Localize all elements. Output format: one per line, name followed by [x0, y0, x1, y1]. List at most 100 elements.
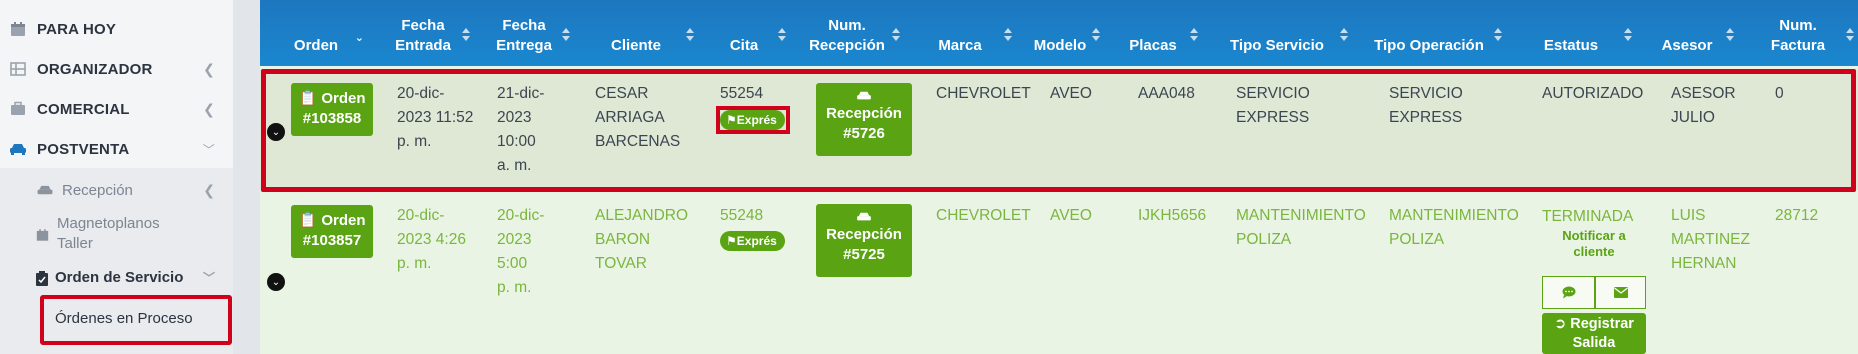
- submenu-label: Recepción: [62, 182, 133, 199]
- header-line: Tipo Operación: [1374, 37, 1484, 54]
- sort-icon[interactable]: [1726, 28, 1734, 42]
- sort-icon[interactable]: [1092, 28, 1100, 42]
- header-line: Factura: [1770, 37, 1826, 54]
- submenu-item-magnetoplanos[interactable]: Magnetoplanos Taller: [0, 214, 233, 258]
- registrar-salida-button[interactable]: ➲ Registrar Salida: [1542, 313, 1646, 354]
- sidebar-item-label: POSTVENTA: [37, 140, 130, 158]
- car-icon: [36, 184, 54, 201]
- sidebar-item-organizador[interactable]: ORGANIZADOR ❮: [0, 50, 233, 88]
- column-header-tipo-servicio[interactable]: Tipo Servicio: [1202, 0, 1352, 66]
- sidebar-item-comercial[interactable]: COMERCIAL ❮: [0, 90, 233, 128]
- sort-icon[interactable]: [778, 28, 786, 42]
- cell-line: 2023: [497, 231, 532, 248]
- column-header-estatus[interactable]: Estatus: [1506, 0, 1636, 66]
- column-header-fecha-entrega[interactable]: Fecha Entrega: [474, 0, 574, 66]
- column-header-marca[interactable]: Marca: [904, 0, 1016, 66]
- header-line: Num.: [1779, 17, 1817, 34]
- cell-tipo-operacion: MANTENIMIENTO POLIZA: [1389, 204, 1519, 252]
- sort-icon[interactable]: [1624, 28, 1632, 42]
- cell-line: ALEJANDRO: [595, 207, 689, 224]
- cell-fecha-entrada: 20-dic- 2023 4:26 p. m.: [397, 204, 466, 276]
- cell-line: 5:00: [497, 255, 528, 272]
- sort-icon[interactable]: [686, 28, 694, 42]
- chevron-left-icon: ❮: [203, 100, 215, 117]
- header-line: Marca: [938, 37, 982, 54]
- sort-icon[interactable]: [562, 28, 570, 42]
- cell-line: p. m.: [497, 279, 532, 296]
- cell-cliente: ALEJANDRO BARON TOVAR: [595, 204, 688, 276]
- header-line: Asesor: [1661, 37, 1713, 54]
- button-label: Orden: [321, 212, 366, 229]
- chevron-left-icon: ❮: [203, 182, 215, 198]
- submenu-label: Orden de Servicio: [55, 269, 184, 286]
- clipboard-icon: 📋: [298, 212, 318, 229]
- cell-modelo: AVEO: [1050, 207, 1092, 224]
- header-line: Fecha: [502, 17, 546, 34]
- cell-line: 20-dic-: [397, 207, 445, 224]
- table-row: ⌄ 📋 Orden #103857 20-dic- 2023 4:26 p. m…: [260, 195, 1858, 354]
- sort-icon[interactable]: [1846, 28, 1854, 42]
- button-label: #103857: [302, 232, 362, 249]
- column-header-placas[interactable]: Placas: [1104, 0, 1202, 66]
- cell-line: MANTENIMIENTO: [1236, 207, 1366, 224]
- sign-out-icon: ➲: [1554, 316, 1567, 332]
- sort-icon[interactable]: [1190, 28, 1198, 42]
- header-line: Orden: [293, 37, 339, 54]
- column-header-cita[interactable]: Cita: [698, 0, 790, 66]
- column-header-orden[interactable]: Orden ⌄: [260, 0, 372, 66]
- cell-line: p. m.: [397, 255, 432, 272]
- submenu-item-recepcion[interactable]: Recepción ❮: [0, 180, 233, 206]
- header-line: Cliente: [610, 37, 661, 54]
- orders-table: Orden ⌄ Fecha Entrada Fecha Entrega Client…: [260, 0, 1858, 354]
- column-header-num-factura[interactable]: Num. Factura: [1738, 0, 1858, 66]
- calendar-icon: [36, 228, 49, 246]
- sort-icon[interactable]: [462, 28, 470, 42]
- column-header-num-recepcion[interactable]: Num. Recepción: [790, 0, 904, 66]
- recepcion-button[interactable]: Recepción #5725: [816, 204, 912, 277]
- orden-button[interactable]: 📋 Orden #103857: [291, 205, 373, 258]
- header-line: Entrega: [496, 37, 552, 54]
- expres-badge: ⚑Exprés: [720, 231, 785, 251]
- sidebar-item-postventa[interactable]: POSTVENTA ﹀: [0, 130, 233, 168]
- column-header-tipo-operacion[interactable]: Tipo Operación: [1352, 0, 1506, 66]
- column-header-fecha-entrada[interactable]: Fecha Entrada: [372, 0, 474, 66]
- cell-line: BARON: [595, 231, 651, 248]
- header-line: Recepción: [809, 37, 885, 54]
- column-header-modelo[interactable]: Modelo: [1016, 0, 1104, 66]
- notif-line: Notificar a: [1562, 228, 1626, 243]
- submenu-label: Magnetoplanos Taller: [57, 214, 160, 254]
- header-line: Placas: [1129, 37, 1177, 54]
- cell-line: POLIZA: [1389, 231, 1445, 248]
- column-header-cliente[interactable]: Cliente: [574, 0, 698, 66]
- highlight-row: [261, 69, 1856, 192]
- button-label: #5725: [843, 246, 885, 263]
- chevron-down-icon: ⌄: [354, 32, 364, 44]
- header-line: Tipo Servicio: [1230, 37, 1324, 54]
- notificar-cliente-label: Notificar a cliente: [1542, 228, 1646, 260]
- flag-icon: ⚑: [726, 234, 737, 248]
- header-line: Entrada: [395, 37, 451, 54]
- cell-fecha-entrega: 20-dic- 2023 5:00 p. m.: [497, 204, 544, 300]
- expand-row-icon[interactable]: ⌄: [267, 273, 285, 291]
- sort-icon[interactable]: [1004, 28, 1012, 42]
- submenu-item-orden-servicio[interactable]: Orden de Servicio ﹀: [0, 267, 233, 293]
- sort-icon[interactable]: [892, 28, 900, 42]
- car-icon: [9, 140, 27, 158]
- notify-email-button[interactable]: [1595, 276, 1646, 309]
- calendar-icon: [9, 20, 27, 38]
- cell-marca: CHEVROLET: [936, 207, 1031, 224]
- cell-line: MARTINEZ: [1671, 231, 1750, 248]
- sidebar-item-para-hoy[interactable]: PARA HOY: [0, 10, 233, 48]
- notify-sms-button[interactable]: [1542, 276, 1595, 309]
- sort-icon[interactable]: [1494, 28, 1502, 42]
- header-line: Fecha: [401, 17, 445, 34]
- sort-icon[interactable]: [1340, 28, 1348, 42]
- chevron-double-down-icon: ﹀: [202, 142, 215, 157]
- button-label: Salida: [1572, 335, 1616, 351]
- sidebar-item-label: ORGANIZADOR: [37, 60, 153, 78]
- chevron-left-icon: ❮: [203, 60, 215, 77]
- comment-icon: [1562, 286, 1575, 299]
- table-header: Orden ⌄ Fecha Entrada Fecha Entrega Client…: [260, 0, 1858, 66]
- cell-line: 2023 4:26: [397, 231, 466, 248]
- column-header-asesor[interactable]: Asesor: [1636, 0, 1738, 66]
